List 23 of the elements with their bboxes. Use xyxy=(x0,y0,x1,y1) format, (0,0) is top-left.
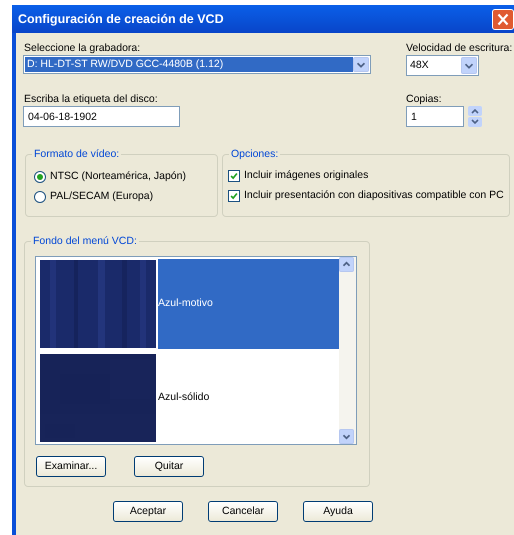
group-title: Opciones: xyxy=(229,148,280,160)
action-button[interactable]: Examinar... xyxy=(36,456,106,477)
checkbox-label: Incluir presentación con diapositivas compatible con PC xyxy=(244,188,504,204)
copies-field[interactable]: 1 xyxy=(406,106,464,127)
field-label: Escriba la etiqueta del disco: xyxy=(23,92,159,106)
group-title: Fondo del menú VCD: xyxy=(31,235,139,247)
list-item[interactable]: Azul-sólido xyxy=(158,353,339,443)
radio-label: PAL/SECAM (Europa) xyxy=(50,189,154,204)
list-item[interactable]: Azul-motivo xyxy=(158,259,339,349)
dialog-button[interactable]: Ayuda xyxy=(303,501,373,522)
speed-dropdown[interactable]: 48X xyxy=(406,55,479,76)
field-label: Velocidad de escritura: xyxy=(406,41,512,55)
field-label: Seleccione la grabadora: xyxy=(23,41,142,55)
recorder-dropdown[interactable]: D: HL-DT-ST RW/DVD GCC-4480B (1.12) xyxy=(23,55,371,74)
window-title: Configuración de creación de VCD xyxy=(18,10,224,28)
group-title: Formato de vídeo: xyxy=(32,148,122,160)
disc-label-field[interactable]: 04-06-18-1902 xyxy=(23,106,180,127)
dialog-button[interactable]: Aceptar xyxy=(113,501,183,522)
dialog-button[interactable]: Cancelar xyxy=(208,501,278,522)
radio-label: NTSC (Norteamérica, Japón) xyxy=(50,169,186,184)
action-button[interactable]: Quitar xyxy=(134,456,204,477)
field-label: Copias: xyxy=(406,92,443,106)
checkbox-label: Incluir imágenes originales xyxy=(244,168,368,184)
